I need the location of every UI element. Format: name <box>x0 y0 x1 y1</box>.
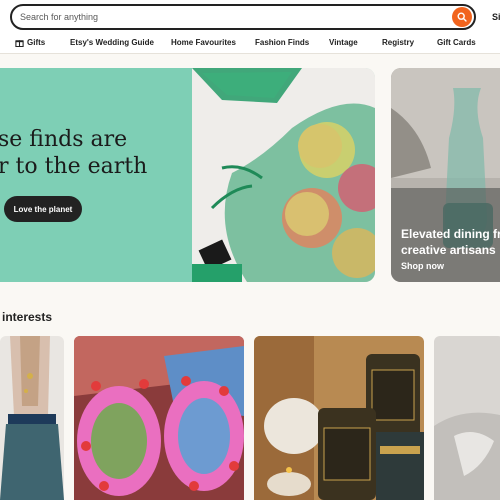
dining-promo-title-line: creative artisans <box>401 243 496 257</box>
love-the-planet-button[interactable]: Love the planet <box>4 196 82 222</box>
nav-item-label: Fashion Finds <box>255 38 310 47</box>
shop-now-link[interactable]: Shop now <box>401 261 444 271</box>
nav-item-label: Gifts <box>27 38 46 47</box>
search-icon <box>457 12 467 22</box>
interest-tile-home[interactable] <box>434 336 500 500</box>
hero-headline-line: se finds are <box>0 127 128 152</box>
dining-promo-title-line: Elevated dining fro <box>401 227 500 241</box>
nav-item-wedding-guide[interactable]: Etsy's Wedding Guide <box>70 38 154 47</box>
gift-icon <box>15 40 24 47</box>
pink-cake-mirrors-image <box>74 336 244 500</box>
sign-in-link[interactable]: Si <box>492 12 500 22</box>
nav-item-label: Etsy's Wedding Guide <box>70 38 154 47</box>
hero-headline-line: r to the earth <box>0 154 148 179</box>
search-button[interactable] <box>452 7 472 27</box>
nav-item-label: Vintage <box>329 38 358 47</box>
nav-item-label: Home Favourites <box>171 38 236 47</box>
dress-image <box>0 336 64 500</box>
gilded-coast-candles-image <box>254 336 424 500</box>
search-input[interactable] <box>20 9 440 25</box>
home-decor-image <box>434 336 500 500</box>
nav-item-gift-cards[interactable]: Gift Cards <box>437 38 476 47</box>
nav-item-home-favourites[interactable]: Home Favourites <box>171 38 236 47</box>
nav-item-registry[interactable]: Registry <box>382 38 414 47</box>
interests-heading: interests <box>2 310 53 324</box>
category-nav: Gifts Etsy's Wedding Guide Home Favourit… <box>0 34 500 54</box>
header: Si <box>0 0 500 34</box>
interest-tile-fashion[interactable] <box>0 336 64 500</box>
interest-tile-cakes[interactable] <box>74 336 244 500</box>
nav-item-fashion-finds[interactable]: Fashion Finds <box>255 38 309 47</box>
hero-headline: se finds are r to the earth <box>0 126 198 180</box>
mesh-produce-bag-image <box>192 68 375 282</box>
dining-promo-title: Elevated dining fro creative artisans <box>401 226 500 258</box>
nav-item-gifts[interactable]: Gifts <box>15 38 45 47</box>
nav-item-label: Gift Cards <box>437 38 476 47</box>
interest-tile-candles[interactable] <box>254 336 424 500</box>
search-bar[interactable] <box>10 4 476 30</box>
nav-item-vintage[interactable]: Vintage <box>329 38 358 47</box>
nav-item-label: Registry <box>382 38 415 47</box>
dining-promo-card[interactable]: Elevated dining fro creative artisans Sh… <box>391 68 500 282</box>
hero-banner[interactable]: se finds are r to the earth Love the pla… <box>0 68 375 282</box>
hero-product-image <box>192 68 375 282</box>
